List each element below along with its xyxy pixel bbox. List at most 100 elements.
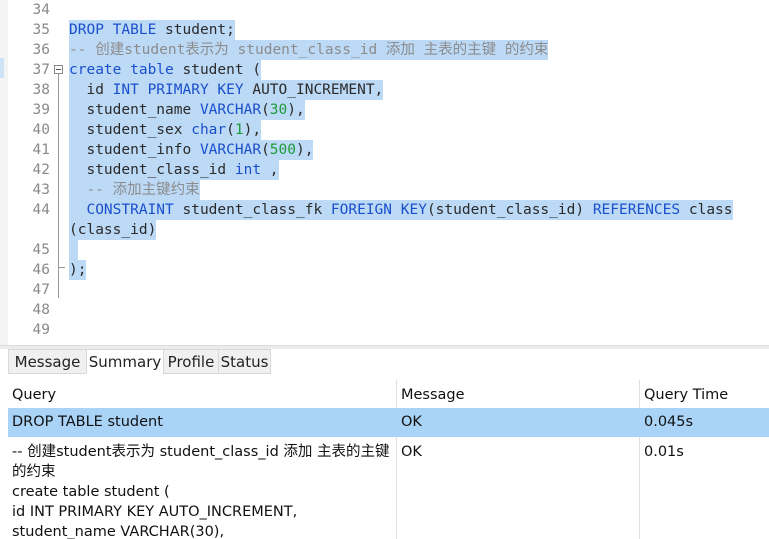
code-text: student_class_id int , xyxy=(69,160,279,180)
code-line[interactable]: 43 -- 添加主键约束 xyxy=(0,180,769,200)
code-line[interactable]: 37 create table student ( xyxy=(0,60,769,80)
cell-query: DROP TABLE student xyxy=(12,414,163,430)
line-number: 37 xyxy=(32,62,50,78)
code-text: student_sex char(1), xyxy=(69,120,262,140)
code-line[interactable]: 44 CONSTRAINT student_class_fk FOREIGN K… xyxy=(0,200,769,220)
cell-message: OK xyxy=(401,414,422,430)
summary-table: Query Message Query Time DROP TABLE stud… xyxy=(8,380,769,539)
line-number: 41 xyxy=(32,142,50,158)
code-token: char xyxy=(191,122,227,138)
code-line[interactable]: 45 xyxy=(0,240,769,260)
code-token: (student_class_id) xyxy=(426,202,593,218)
code-token: ( xyxy=(261,102,270,118)
cell-query-time: 0.01s xyxy=(644,444,684,460)
code-token: REFERENCES xyxy=(592,202,681,218)
code-token: FOREIGN KEY xyxy=(330,202,427,218)
code-line[interactable]: 42 student_class_id int , xyxy=(0,160,769,180)
code-line[interactable]: 39 student_name VARCHAR(30), xyxy=(0,100,769,120)
code-text: -- 创建student表示为 student_class_id 添加 主表的主… xyxy=(69,40,549,60)
code-text: -- 添加主键约束 xyxy=(69,180,200,200)
code-line[interactable]: 46); xyxy=(0,260,769,280)
code-token: student; xyxy=(156,22,235,38)
line-number: 40 xyxy=(32,122,50,138)
line-number: 35 xyxy=(32,22,50,38)
cell-query-time: 0.045s xyxy=(644,414,694,430)
code-token: VARCHAR xyxy=(199,142,262,158)
code-line[interactable]: 36 -- 创建student表示为 student_class_id 添加 主表… xyxy=(0,40,769,60)
code-token: id xyxy=(69,82,113,98)
code-token: student_name xyxy=(69,102,200,118)
tab-message[interactable]: Message xyxy=(8,349,87,374)
column-header-message[interactable]: Message xyxy=(401,385,465,405)
fold-end-marker xyxy=(58,258,65,268)
code-text: CONSTRAINT student_class_fk FOREIGN KEY(… xyxy=(69,200,733,220)
sql-editor[interactable]: 34 35 DROP TABLE student; 36 -- 创建student表示为… xyxy=(0,0,769,345)
line-number: 39 xyxy=(32,102,50,118)
column-separator[interactable] xyxy=(639,380,640,539)
code-token: ), xyxy=(296,142,314,158)
line-number: 43 xyxy=(32,182,50,198)
code-token: -- 创建student表示为 student_class_id 添加 主表的主… xyxy=(69,42,549,58)
line-number: 45 xyxy=(32,242,50,258)
code-token: CONSTRAINT xyxy=(69,202,174,218)
code-token: ); xyxy=(69,262,87,278)
tab-summary[interactable]: Summary xyxy=(86,349,164,374)
fold-toggle-icon[interactable] xyxy=(54,65,63,74)
code-token: int xyxy=(234,162,262,178)
code-line[interactable]: 38 id INT PRIMARY KEY AUTO_INCREMENT, xyxy=(0,80,769,100)
code-token: 1 xyxy=(234,122,244,138)
line-number: 44 xyxy=(32,202,50,218)
code-line[interactable]: 48 xyxy=(0,300,769,320)
column-header-query[interactable]: Query xyxy=(12,385,56,405)
code-token: ( xyxy=(261,142,270,158)
cell-query: -- 创建student表示为 student_class_id 添加 主表的主… xyxy=(12,444,390,539)
code-token: 500 xyxy=(269,142,296,158)
code-text: create table student ( xyxy=(69,60,262,80)
code-token: student_sex xyxy=(69,122,192,138)
code-token: create table xyxy=(69,62,174,78)
code-text: (class_id) xyxy=(69,220,157,240)
line-number: 36 xyxy=(32,42,50,58)
code-text: id INT PRIMARY KEY AUTO_INCREMENT, xyxy=(69,80,384,100)
line-number: 34 xyxy=(32,2,50,18)
code-token: AUTO_INCREMENT, xyxy=(243,82,384,98)
code-token: , xyxy=(261,162,279,178)
tab-profile[interactable]: Profile xyxy=(163,349,219,374)
code-token: ( xyxy=(226,122,235,138)
code-token: student ( xyxy=(173,62,262,78)
column-header-query-time[interactable]: Query Time xyxy=(644,385,728,405)
cell-message: OK xyxy=(401,444,422,460)
code-token: (class_id) xyxy=(69,222,157,238)
code-line[interactable]: 35 DROP TABLE student; xyxy=(0,20,769,40)
code-token: VARCHAR xyxy=(199,102,262,118)
code-token: ), xyxy=(287,102,305,118)
code-text: student_name VARCHAR(30), xyxy=(69,100,305,120)
code-line[interactable]: 49 xyxy=(0,320,769,340)
code-token: -- 添加主键约束 xyxy=(69,182,200,198)
code-token: INT PRIMARY KEY xyxy=(112,82,244,98)
column-separator[interactable] xyxy=(396,380,397,539)
line-number: 42 xyxy=(32,162,50,178)
line-number: 47 xyxy=(32,282,50,298)
code-token: student_class_id xyxy=(69,162,235,178)
code-token: 30 xyxy=(269,102,288,118)
code-text: student_info VARCHAR(500), xyxy=(69,140,314,160)
line-number: 49 xyxy=(32,322,50,338)
code-token: ), xyxy=(243,122,262,138)
code-line[interactable]: 47 xyxy=(0,280,769,300)
code-token: DROP TABLE xyxy=(69,22,157,38)
code-line[interactable]: 41 student_info VARCHAR(500), xyxy=(0,140,769,160)
code-token: class xyxy=(680,202,733,218)
code-token: student_info xyxy=(69,142,200,158)
line-number: 46 xyxy=(32,262,50,278)
line-number: 38 xyxy=(32,82,50,98)
code-line[interactable]: 40 student_sex char(1), xyxy=(0,120,769,140)
line-number: 48 xyxy=(32,302,50,318)
code-line[interactable]: (class_id) xyxy=(0,220,769,240)
code-text: DROP TABLE student; xyxy=(69,20,235,40)
code-text: ); xyxy=(69,260,87,280)
code-line[interactable]: 34 xyxy=(0,0,769,20)
tab-status[interactable]: Status xyxy=(218,349,271,374)
table-row[interactable]: DROP TABLE student OK 0.045s xyxy=(8,408,769,437)
